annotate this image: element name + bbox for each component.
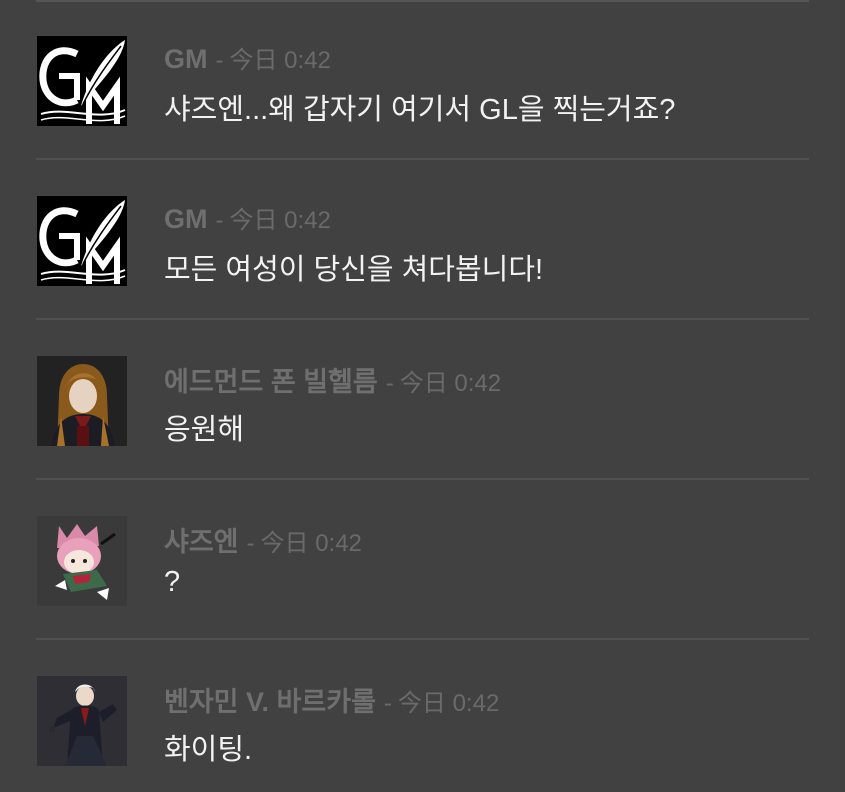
message-header: GM - 今日 0:42 [164, 40, 331, 74]
message-text: ? [164, 566, 181, 598]
avatar[interactable] [37, 36, 127, 126]
chibi-character-icon [37, 516, 127, 606]
chat-message: 벤자민 V. 바르카롤 - 今日 0:42 화이팅. [0, 640, 845, 792]
avatar[interactable] [37, 516, 127, 606]
gm-logo-icon [37, 36, 127, 126]
message-header: 에드먼드 폰 빌헬름 - 今日 0:42 [164, 360, 501, 397]
chat-message: GM - 今日 0:42 모든 여성이 당신을 쳐다봅니다! [0, 160, 845, 320]
message-text: 샤즈엔...왜 갑자기 여기서 GL을 찍는거죠? [164, 94, 676, 126]
timestamp: 今日 0:42 [229, 207, 331, 234]
message-text: 화이팅. [164, 734, 253, 766]
timestamp: 今日 0:42 [399, 370, 502, 397]
character-portrait-icon [37, 676, 127, 766]
chat-message: GM - 今日 0:42 샤즈엔...왜 갑자기 여기서 GL을 찍는거죠? [0, 0, 845, 160]
separator: - [246, 530, 255, 557]
chat-message: 에드먼드 폰 빌헬름 - 今日 0:42 응원해 [0, 320, 845, 480]
separator: - [215, 207, 224, 234]
message-text: 응원해 [164, 414, 245, 446]
chat-log: GM - 今日 0:42 샤즈엔...왜 갑자기 여기서 GL을 찍는거죠? G… [0, 0, 845, 792]
separator: - [383, 690, 392, 717]
separator: - [215, 47, 224, 74]
username[interactable]: 에드먼드 폰 빌헬름 [164, 360, 378, 399]
username[interactable]: GM [164, 204, 208, 235]
message-text: 모든 여성이 당신을 쳐다봅니다! [164, 254, 544, 286]
message-header: 벤자민 V. 바르카롤 - 今日 0:42 [164, 680, 499, 717]
username[interactable]: 벤자민 V. 바르카롤 [164, 680, 376, 719]
separator: - [385, 370, 394, 397]
avatar[interactable] [37, 676, 127, 766]
gm-logo-icon [37, 196, 127, 286]
character-portrait-icon [37, 356, 127, 446]
timestamp: 今日 0:42 [229, 47, 331, 74]
avatar[interactable] [37, 196, 127, 286]
username[interactable]: 샤즈엔 [164, 520, 239, 559]
chat-message: 샤즈엔 - 今日 0:42 ? [0, 480, 845, 640]
message-header: 샤즈엔 - 今日 0:42 [164, 520, 362, 557]
avatar[interactable] [37, 356, 127, 446]
message-header: GM - 今日 0:42 [164, 200, 331, 234]
username[interactable]: GM [164, 44, 208, 75]
timestamp: 今日 0:42 [260, 530, 362, 557]
timestamp: 今日 0:42 [397, 690, 500, 717]
